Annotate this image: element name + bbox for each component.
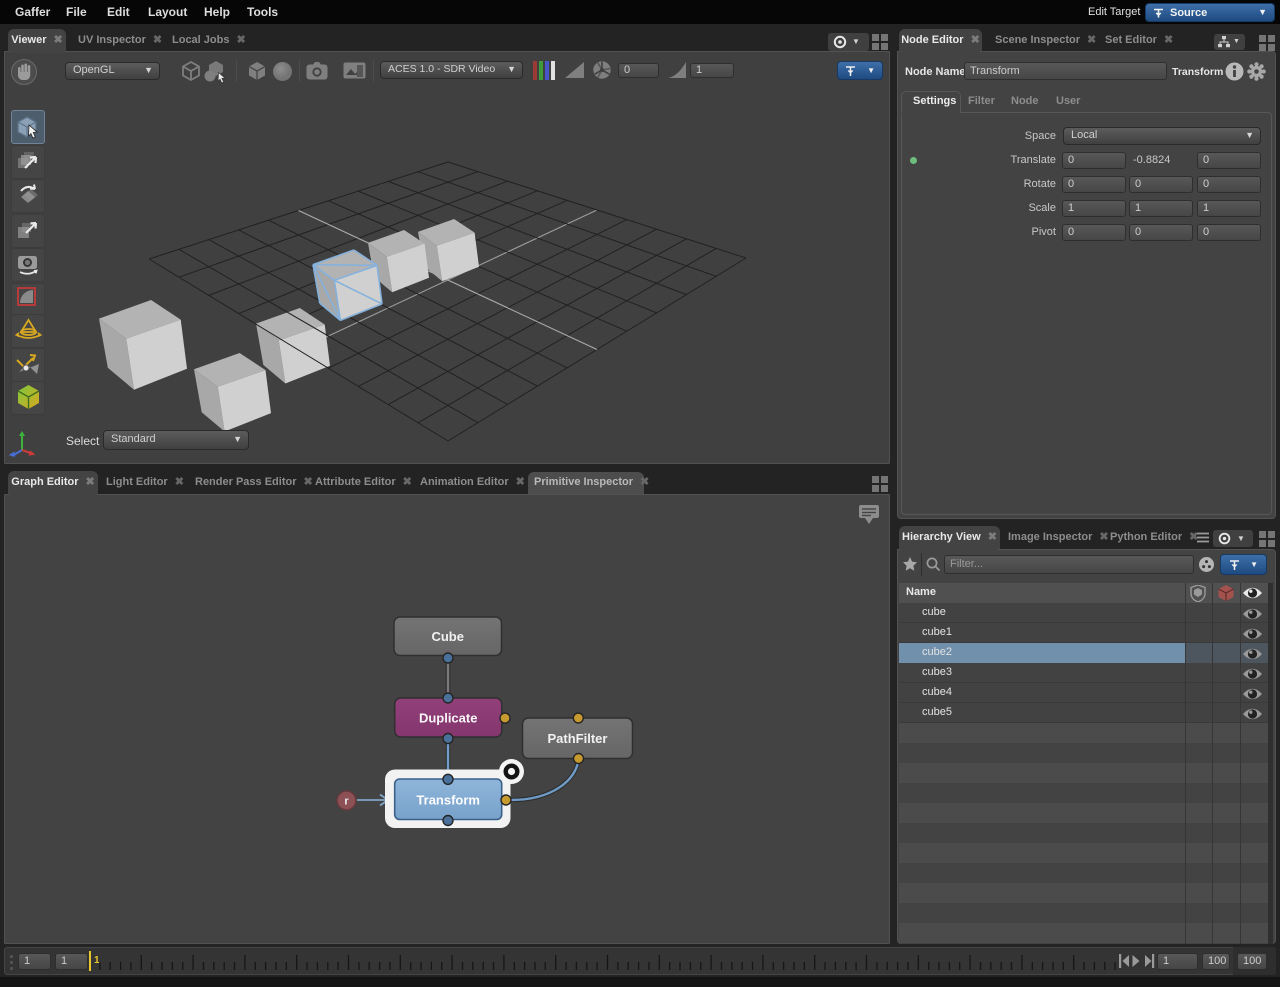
svg-text:1: 1 xyxy=(94,955,100,966)
